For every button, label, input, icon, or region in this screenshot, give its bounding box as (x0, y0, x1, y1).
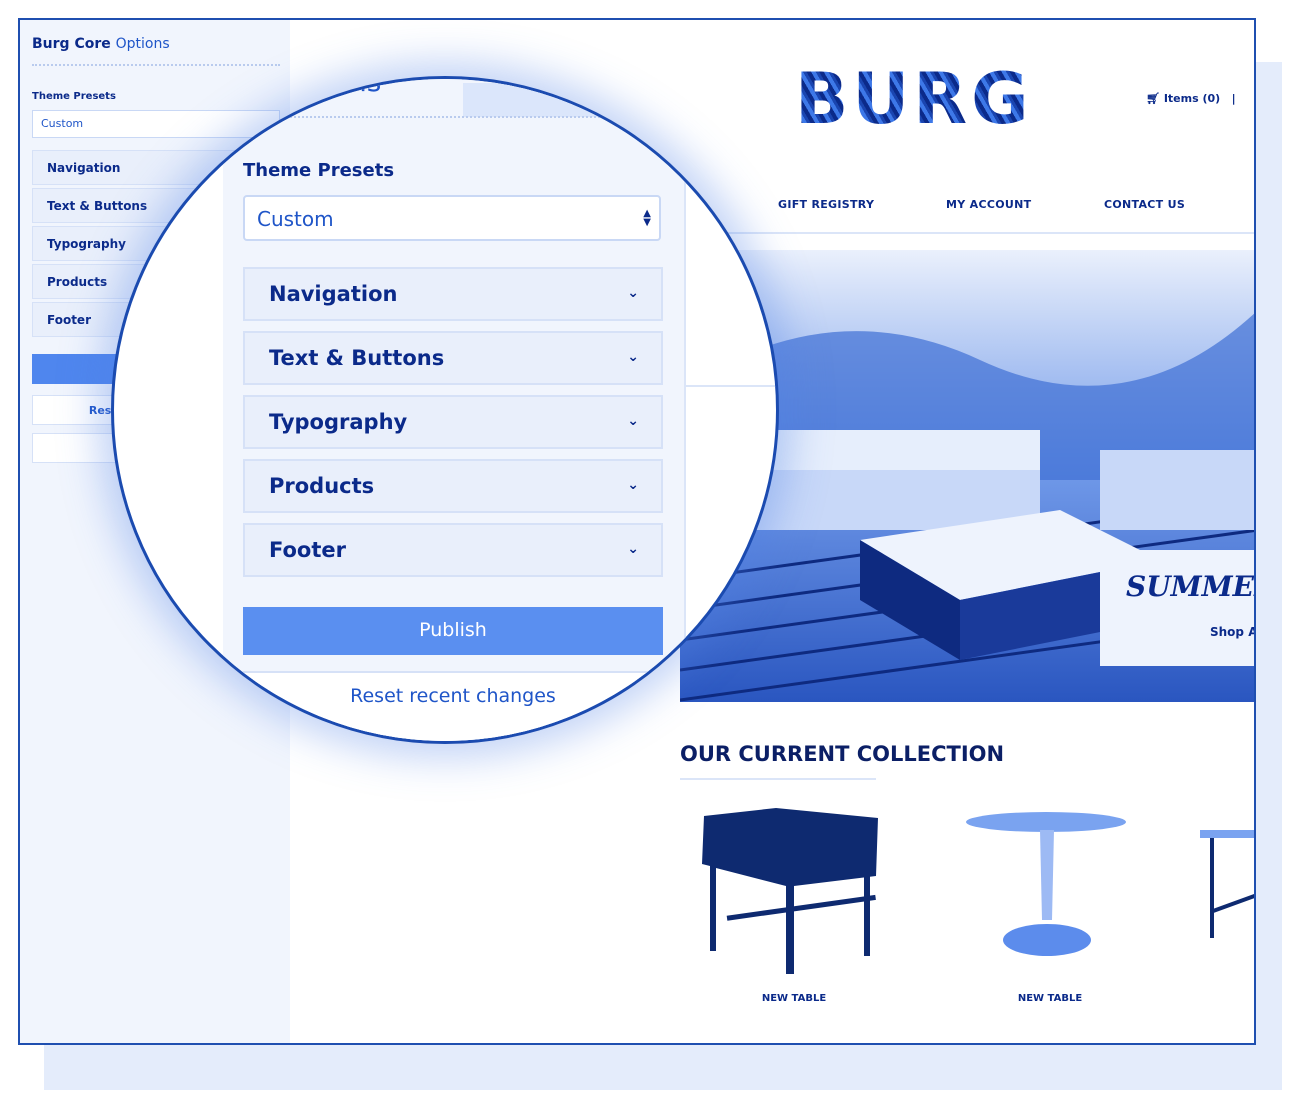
reset-recent-changes-button[interactable]: Reset recent changes (243, 685, 663, 707)
reset-button-box[interactable] (243, 671, 663, 741)
chevron-down-icon: ⌄ (627, 541, 639, 557)
nav-my-account[interactable]: MY ACCOUNT (946, 198, 1031, 211)
accordion-products[interactable]: Products ⌄ (243, 459, 663, 513)
promo-title: SUMMER (1126, 570, 1254, 603)
divider (686, 385, 776, 387)
search-icon[interactable]: ⚲ (607, 89, 618, 107)
site-logo[interactable]: BURG (795, 58, 1033, 140)
cart-icon: 🛒︎ (1146, 92, 1160, 105)
theme-presets-label: Theme Presets (243, 160, 395, 181)
accordion-typography[interactable]: Typography ⌄ (243, 395, 663, 449)
theme-presets-select[interactable]: Custom ▲ ▼ (243, 195, 661, 241)
promo-banner: SUMMER Shop A (1100, 550, 1254, 666)
accordion-footer[interactable]: Footer ⌄ (243, 523, 663, 577)
product-name[interactable]: NEW TABLE (694, 993, 894, 1004)
divider (32, 64, 280, 66)
publish-button[interactable]: Publish (243, 607, 663, 655)
select-arrows-icon: ▲ ▼ (643, 208, 651, 228)
magnifier-lens: ⚲ Burg Core Options Theme Presets Custom… (111, 76, 779, 744)
accordion-text-buttons[interactable]: Text & Buttons ⌄ (243, 331, 663, 385)
accordion-navigation[interactable]: Navigation ⌄ (243, 267, 663, 321)
product-name[interactable]: NEW TABLE (950, 993, 1150, 1004)
chevron-down-icon: ⌄ (627, 285, 639, 301)
theme-presets-label: Theme Presets (32, 91, 116, 102)
chevron-down-icon: ⌄ (627, 477, 639, 493)
magnified-header: Burg Core Options (125, 76, 382, 98)
search-bar[interactable]: ⚲ (463, 83, 639, 117)
cart-link[interactable]: 🛒︎ Items (0) | (1146, 92, 1236, 105)
product-image-tulip-table[interactable] (956, 810, 1146, 960)
sidebar-title: Burg Core Options (32, 36, 170, 52)
chevron-down-icon: ⌄ (627, 349, 639, 365)
nav-contact-us[interactable]: CONTACT US (1104, 198, 1185, 211)
promo-link[interactable]: Shop A (1210, 625, 1254, 639)
nav-gift-registry[interactable]: GIFT REGISTRY (778, 198, 874, 211)
chevron-down-icon: ⌄ (627, 413, 639, 429)
product-image-partial[interactable] (1200, 810, 1256, 950)
collection-underline (680, 778, 876, 780)
collection-title: OUR CURRENT COLLECTION (680, 742, 1005, 766)
divider (243, 116, 643, 118)
product-image-drop-leaf-table[interactable] (696, 806, 886, 981)
